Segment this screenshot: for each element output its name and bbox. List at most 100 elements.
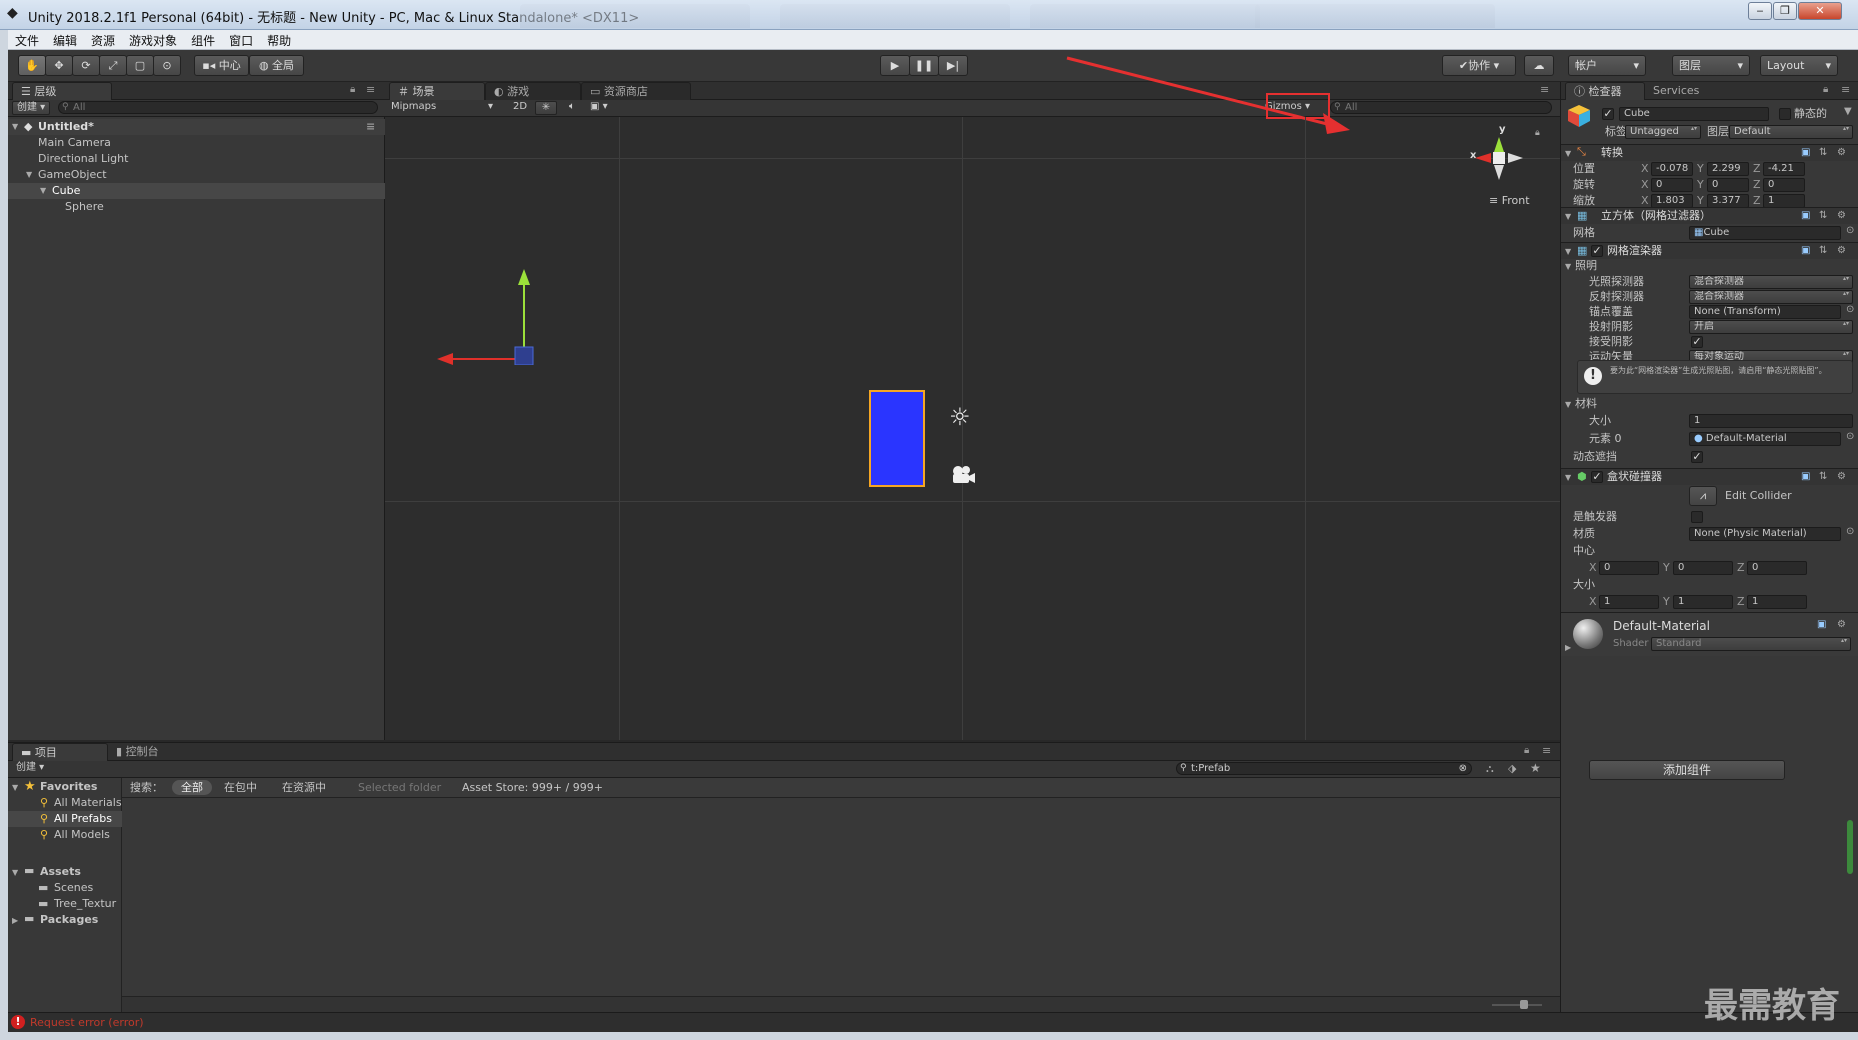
expand-arrow-icon[interactable]: ▼ (12, 868, 18, 877)
renderer-row-field[interactable]: 混合探测器 (1689, 290, 1853, 304)
lock-icon[interactable]: 🔒︎ (1524, 745, 1529, 756)
scale-tool-button[interactable]: ⤢ (99, 55, 127, 76)
element0-field[interactable]: ● Default-Material (1689, 432, 1841, 446)
expand-arrow-icon[interactable]: ▼ (1565, 470, 1571, 486)
y-arrow-icon[interactable] (518, 269, 530, 285)
is-trigger-checkbox[interactable] (1691, 511, 1703, 523)
menu-file[interactable]: 文件 (8, 30, 46, 49)
tab-console[interactable]: ▮ 控制台 (108, 743, 204, 761)
transform-z-field[interactable]: 1 (1763, 194, 1805, 208)
filter-selected-folder[interactable]: Selected folder (358, 781, 441, 795)
object-picker-icon[interactable]: ⊙ (1846, 225, 1854, 236)
orientation-gizmo[interactable]: y x 🔒︎ ≡ Front (1465, 124, 1550, 207)
menu-window[interactable]: 窗口 (222, 30, 260, 49)
expand-arrow-icon[interactable]: ▼ (1565, 400, 1571, 409)
tab-project[interactable]: ▬ 项目 (12, 743, 108, 761)
scene-viewport[interactable]: ☼ y x 🔒︎ ≡ Front (385, 117, 1560, 740)
scene-menu-icon[interactable]: ≡ (366, 119, 375, 135)
maximize-button[interactable]: ❐ (1773, 2, 1797, 20)
panel-menu-icon[interactable]: ≡ (1841, 83, 1850, 96)
renderer-row-field[interactable]: 开启 (1689, 320, 1853, 334)
space-toggle[interactable]: ◍ 全局 (249, 55, 304, 76)
panel-menu-icon[interactable]: ≡ (1540, 83, 1549, 96)
renderer-row-field[interactable]: 混合探测器 (1689, 275, 1853, 289)
object-picker-icon[interactable]: ⊙ (1846, 431, 1854, 442)
tab-services[interactable]: Services (1645, 82, 1725, 100)
collider-center-z-field[interactable]: 0 (1747, 561, 1807, 575)
plane-handle[interactable] (514, 346, 534, 365)
static-checkbox[interactable] (1779, 108, 1791, 120)
effects-dropdown[interactable]: ▣ ▾ (587, 101, 617, 115)
boxcollider-section-header[interactable]: ▼ ⬢ ✓ 盒状碰撞器 ▣ ⇅ ⚙ (1561, 468, 1858, 485)
hand-tool-button[interactable]: ✋ (18, 55, 46, 76)
folder-scenes[interactable]: ▬ Scenes (8, 880, 122, 896)
rotate-tool-button[interactable]: ⟳ (72, 55, 100, 76)
hierarchy-item-main-camera[interactable]: Main Camera (38, 135, 111, 151)
hierarchy-item-cube[interactable]: ▼ Cube (8, 183, 385, 199)
layers-dropdown[interactable]: 图层 ▾ (1672, 55, 1750, 76)
move-tool-button[interactable]: ✥ (45, 55, 73, 76)
project-create-dropdown[interactable]: 创建 ▾ (12, 762, 50, 776)
minimize-button[interactable]: ‒ (1748, 2, 1772, 20)
close-button[interactable]: ✕ (1798, 2, 1842, 20)
menu-component[interactable]: 组件 (184, 30, 222, 49)
collab-dropdown[interactable]: ✔协作 ▾ (1442, 55, 1516, 76)
shader-dropdown[interactable]: Standard (1651, 637, 1851, 651)
favorite-item-all-materials[interactable]: ⚲ All Materials (8, 795, 122, 811)
favorite-item-all-models[interactable]: ⚲ All Models (8, 827, 122, 843)
expand-arrow-icon[interactable]: ▼ (1565, 262, 1571, 271)
renderer-row-checkbox[interactable]: ✓ (1691, 336, 1703, 348)
hierarchy-item-sphere[interactable]: Sphere (65, 199, 104, 215)
cube-object[interactable] (869, 390, 925, 487)
filter-in-packages[interactable]: 在包中 (224, 781, 257, 795)
layer-dropdown[interactable]: Default (1729, 125, 1853, 139)
tag-dropdown[interactable]: Untagged (1625, 125, 1701, 139)
expand-arrow-icon[interactable]: ▼ (26, 167, 32, 183)
edit-collider-button[interactable]: ⩘ (1689, 486, 1717, 506)
transform-section-header[interactable]: ▼ ⤡ 转换 ▣ ⇅ ⚙ (1561, 144, 1858, 161)
menu-edit[interactable]: 编辑 (46, 30, 84, 49)
renderer-enabled-checkbox[interactable]: ✓ (1591, 245, 1603, 257)
lock-icon[interactable]: 🔒︎ (1535, 128, 1540, 138)
hierarchy-search-input[interactable]: ⚲ All (58, 101, 378, 114)
clear-search-icon[interactable]: ⊗ (1459, 763, 1467, 774)
tab-hierarchy[interactable]: ☰ 层级 (12, 82, 112, 100)
packages-folder[interactable]: Packages (40, 913, 98, 927)
chevron-down-icon[interactable]: ▼ (1844, 106, 1852, 117)
status-message[interactable]: Request error (error) (30, 1016, 144, 1029)
help-icon[interactable]: ▣ (1801, 245, 1810, 257)
preset-icon[interactable]: ⇅ (1819, 471, 1827, 483)
transform-z-field[interactable]: 0 (1763, 178, 1805, 192)
scene-root-row[interactable]: ▼ ◆ Untitled* ≡ (8, 119, 385, 135)
account-dropdown[interactable]: 帐户 ▾ (1568, 55, 1646, 76)
view-label[interactable]: ≡ Front (1489, 194, 1530, 207)
help-icon[interactable]: ▣ (1801, 147, 1810, 159)
expand-arrow-icon[interactable]: ▼ (1565, 209, 1571, 225)
project-search-input[interactable]: ⚲ t:Prefab ⊗ (1176, 762, 1472, 775)
star-icon[interactable]: ★ (1530, 761, 1541, 775)
help-icon[interactable]: ▣ (1801, 471, 1810, 483)
gear-icon[interactable]: ⚙ (1837, 210, 1846, 222)
tab-asset-store[interactable]: ▭ 资源商店 (581, 82, 691, 100)
collider-size-x-field[interactable]: 1 (1599, 595, 1659, 609)
active-checkbox[interactable]: ✓ (1602, 108, 1614, 120)
object-name-field[interactable]: Cube (1619, 107, 1769, 121)
hierarchy-item-directional-light[interactable]: Directional Light (38, 151, 128, 167)
gear-icon[interactable]: ⚙ (1837, 619, 1846, 631)
filter-type-icon[interactable]: ⛬ (1486, 762, 1494, 776)
tab-inspector[interactable]: ⓘ 检查器 (1565, 82, 1645, 100)
gear-icon[interactable]: ⚙ (1837, 147, 1846, 159)
collider-enabled-checkbox[interactable]: ✓ (1591, 471, 1603, 483)
favorites-item[interactable]: Favorites (40, 780, 97, 794)
create-dropdown[interactable]: 创建 ▾ (12, 101, 50, 115)
meshrenderer-section-header[interactable]: ▼ ▦ ✓ 网格渲染器 ▣ ⇅ ⚙ (1561, 242, 1858, 259)
x-arrow-icon[interactable] (437, 353, 453, 365)
zoom-slider-track[interactable] (1492, 1004, 1542, 1006)
filter-all[interactable]: 全部 (172, 780, 212, 795)
add-component-button[interactable]: 添加组件 (1589, 760, 1785, 780)
rect-tool-button[interactable]: ▢ (126, 55, 154, 76)
renderer-row-field[interactable]: None (Transform) (1689, 305, 1841, 319)
menu-assets[interactable]: 资源 (84, 30, 122, 49)
toggle-2d-button[interactable]: 2D (509, 101, 529, 115)
zoom-slider-handle[interactable] (1520, 1000, 1528, 1009)
